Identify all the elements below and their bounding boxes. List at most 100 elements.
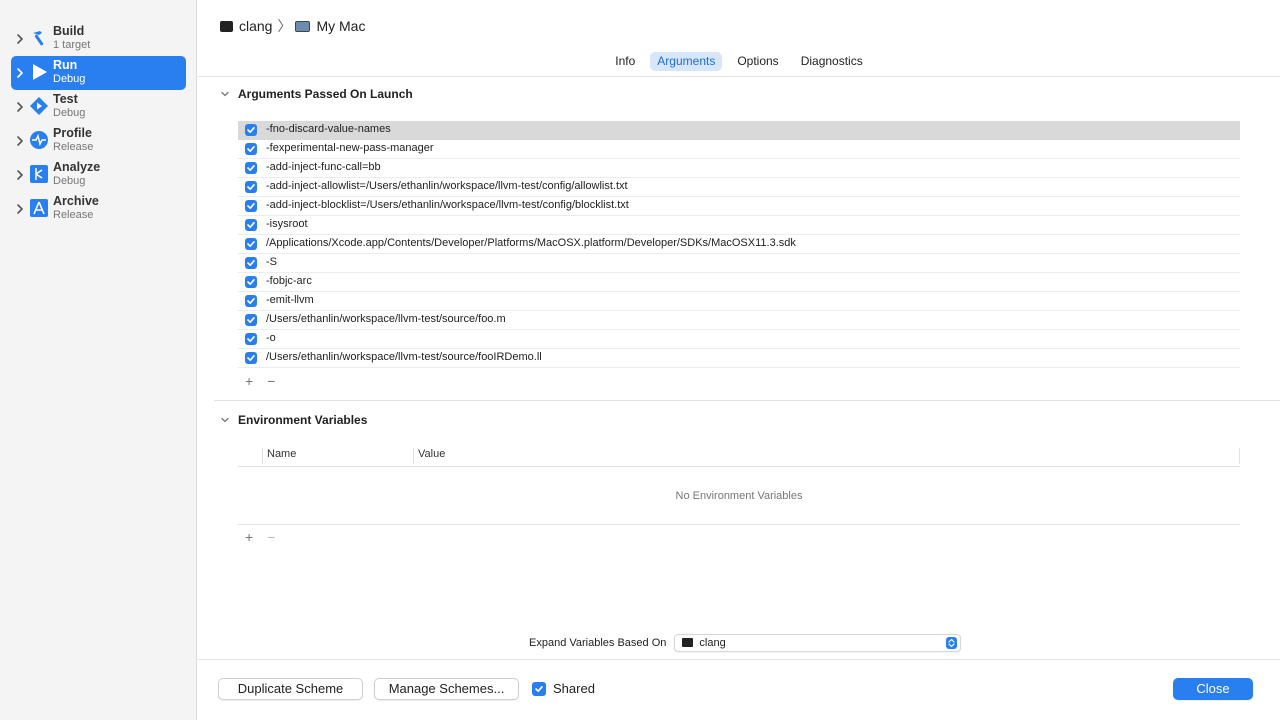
argument-text[interactable]: /Applications/Xcode.app/Contents/Develop… (266, 237, 796, 249)
argument-checkbox[interactable] (245, 162, 257, 174)
argument-text[interactable]: -fexperimental-new-pass-manager (266, 142, 434, 154)
duplicate-scheme-button[interactable]: Duplicate Scheme (218, 678, 363, 700)
add-variable-button[interactable]: + (245, 529, 253, 545)
argument-checkbox[interactable] (245, 314, 257, 326)
list-item[interactable]: /Applications/Xcode.app/Contents/Develop… (238, 235, 1240, 254)
argument-checkbox[interactable] (245, 295, 257, 307)
add-argument-button[interactable]: + (245, 373, 253, 389)
argument-text[interactable]: -fobjc-arc (266, 275, 312, 287)
tab-info[interactable]: Info (608, 52, 642, 71)
sidebar-item-analyze[interactable]: Analyze Debug (11, 158, 186, 192)
arguments-add-remove: + − (245, 373, 275, 389)
tab-options[interactable]: Options (730, 52, 785, 71)
checkmark-icon (247, 241, 255, 247)
sidebar-item-title: Profile (53, 126, 92, 140)
argument-text[interactable]: -add-inject-func-call=bb (266, 161, 381, 173)
tab-diagnostics[interactable]: Diagnostics (794, 52, 870, 71)
popup-value: clang (699, 637, 726, 649)
divider (198, 659, 1280, 660)
chevron-right-icon[interactable] (14, 168, 26, 182)
argument-checkbox[interactable] (245, 124, 257, 136)
popup-stepper-icon (946, 637, 958, 649)
remove-variable-button: − (267, 529, 276, 545)
environment-add-remove: + − (245, 529, 275, 545)
sidebar-item-archive[interactable]: Archive Release (11, 192, 186, 226)
checkmark-icon (247, 165, 255, 171)
argument-text[interactable]: -S (266, 256, 277, 268)
argument-checkbox[interactable] (245, 181, 257, 193)
sidebar-item-subtitle: Debug (53, 107, 86, 119)
sidebar-item-run[interactable]: Run Debug (11, 56, 186, 90)
argument-text[interactable]: -emit-llvm (266, 294, 314, 306)
shared-toggle[interactable]: Shared (532, 681, 595, 696)
argument-checkbox[interactable] (245, 333, 257, 345)
expand-variables-popup[interactable]: clang (674, 634, 962, 652)
list-item[interactable]: /Users/ethanlin/workspace/llvm-test/sour… (238, 349, 1240, 368)
argument-checkbox[interactable] (245, 143, 257, 155)
argument-checkbox[interactable] (245, 352, 257, 364)
sidebar-item-build[interactable]: Build 1 target (11, 22, 186, 56)
divider (214, 400, 1280, 401)
checkmark-icon (247, 298, 255, 304)
sidebar-item-title: Test (53, 92, 78, 106)
list-item[interactable]: -add-inject-blocklist=/Users/ethanlin/wo… (238, 197, 1240, 216)
disclosure-down-icon[interactable] (220, 89, 230, 99)
checkmark-icon (247, 222, 255, 228)
list-item[interactable]: /Users/ethanlin/workspace/llvm-test/sour… (238, 311, 1240, 330)
sidebar-item-subtitle: Debug (53, 175, 86, 187)
expand-variables-label: Expand Variables Based On (529, 637, 667, 649)
hammer-icon (33, 31, 44, 46)
disclosure-down-icon[interactable] (220, 415, 230, 425)
checkmark-icon (247, 127, 255, 133)
sidebar-item-subtitle: Release (53, 209, 94, 221)
argument-checkbox[interactable] (245, 200, 257, 212)
chevron-right-icon[interactable] (14, 100, 26, 114)
close-button[interactable]: Close (1173, 678, 1253, 700)
sidebar-item-title: Run (53, 58, 78, 72)
chevron-right-icon[interactable] (14, 66, 26, 80)
argument-checkbox[interactable] (245, 219, 257, 231)
argument-text[interactable]: -add-inject-allowlist=/Users/ethanlin/wo… (266, 180, 628, 192)
scheme-selector[interactable]: clang (239, 18, 272, 34)
checkmark-icon (247, 336, 255, 342)
argument-text[interactable]: /Users/ethanlin/workspace/llvm-test/sour… (266, 351, 542, 363)
arguments-section-header[interactable]: Arguments Passed On Launch (220, 86, 413, 102)
remove-argument-button[interactable]: − (267, 373, 275, 389)
argument-text[interactable]: -fno-discard-value-names (266, 123, 391, 135)
list-item[interactable]: -fobjc-arc (238, 273, 1240, 292)
argument-text[interactable]: -add-inject-blocklist=/Users/ethanlin/wo… (266, 199, 629, 211)
destination-selector[interactable]: My Mac (316, 18, 365, 34)
argument-text[interactable]: -isysroot (266, 218, 308, 230)
argument-text[interactable]: -o (266, 332, 276, 344)
column-header-value[interactable]: Value (413, 448, 445, 464)
list-item[interactable]: -S (238, 254, 1240, 273)
sidebar-item-subtitle: Release (53, 141, 94, 153)
sidebar-item-profile[interactable]: Profile Release (11, 124, 186, 158)
list-item[interactable]: -isysroot (238, 216, 1240, 235)
list-item[interactable]: -fexperimental-new-pass-manager (238, 140, 1240, 159)
breadcrumb: clang 〉 My Mac (220, 17, 365, 35)
argument-checkbox[interactable] (245, 238, 257, 250)
environment-variables-table: Name Value No Environment Variables (238, 445, 1240, 525)
list-item[interactable]: -add-inject-func-call=bb (238, 159, 1240, 178)
list-item[interactable]: -emit-llvm (238, 292, 1240, 311)
manage-schemes-button[interactable]: Manage Schemes... (374, 678, 519, 700)
shared-label: Shared (553, 681, 595, 696)
argument-text[interactable]: /Users/ethanlin/workspace/llvm-test/sour… (266, 313, 506, 325)
tab-arguments[interactable]: Arguments (650, 52, 723, 71)
argument-checkbox[interactable] (245, 276, 257, 288)
list-item[interactable]: -o (238, 330, 1240, 349)
shared-checkbox[interactable] (532, 681, 546, 696)
analyze-icon (30, 165, 48, 183)
chevron-right-icon[interactable] (14, 32, 26, 46)
chevron-right-icon[interactable] (14, 134, 26, 148)
list-item[interactable]: -fno-discard-value-names (238, 121, 1240, 140)
environment-section-header[interactable]: Environment Variables (220, 412, 367, 428)
argument-checkbox[interactable] (245, 257, 257, 269)
sidebar-item-subtitle: Debug (53, 73, 86, 85)
terminal-icon (220, 20, 233, 32)
column-header-name[interactable]: Name (262, 448, 296, 464)
sidebar-item-test[interactable]: Test Debug (11, 90, 186, 124)
chevron-right-icon[interactable] (14, 202, 26, 216)
list-item[interactable]: -add-inject-allowlist=/Users/ethanlin/wo… (238, 178, 1240, 197)
